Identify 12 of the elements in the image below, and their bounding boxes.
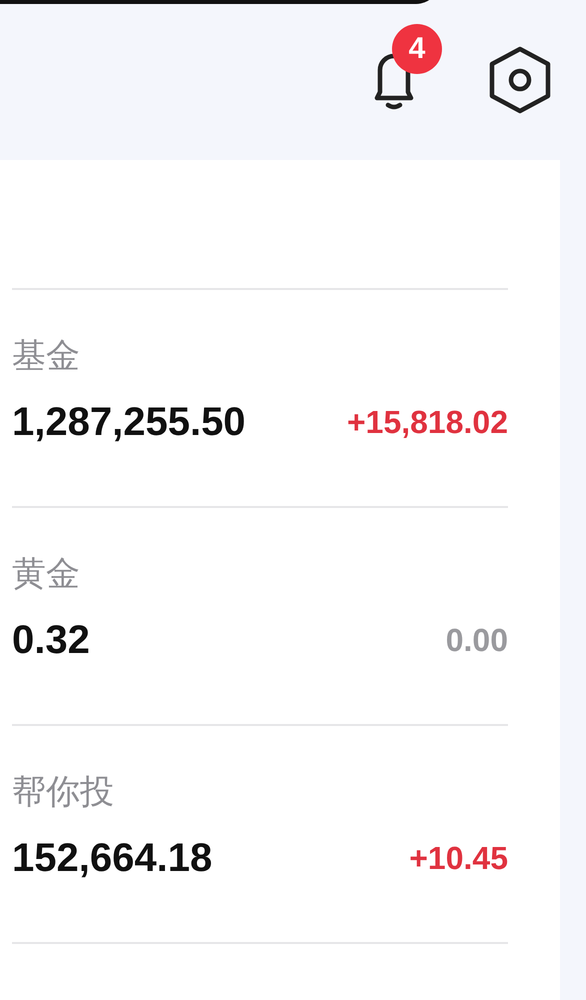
notification-badge: 4 [392, 24, 442, 74]
asset-change: 0.00 [446, 622, 508, 659]
notification-button[interactable]: 4 [360, 24, 450, 114]
asset-label: 帮你投 [12, 772, 115, 813]
asset-amount: 1,287,255.50 [12, 400, 246, 445]
asset-change: +10.45 [409, 840, 508, 877]
asset-change: +15,818.02 [346, 404, 508, 441]
asset-amount: 152,664.18 [12, 836, 212, 881]
asset-label: 黄金 [12, 554, 81, 595]
asset-amount: 0.32 [12, 618, 90, 663]
settings-icon [487, 46, 553, 114]
asset-label: 基金 [12, 336, 81, 377]
